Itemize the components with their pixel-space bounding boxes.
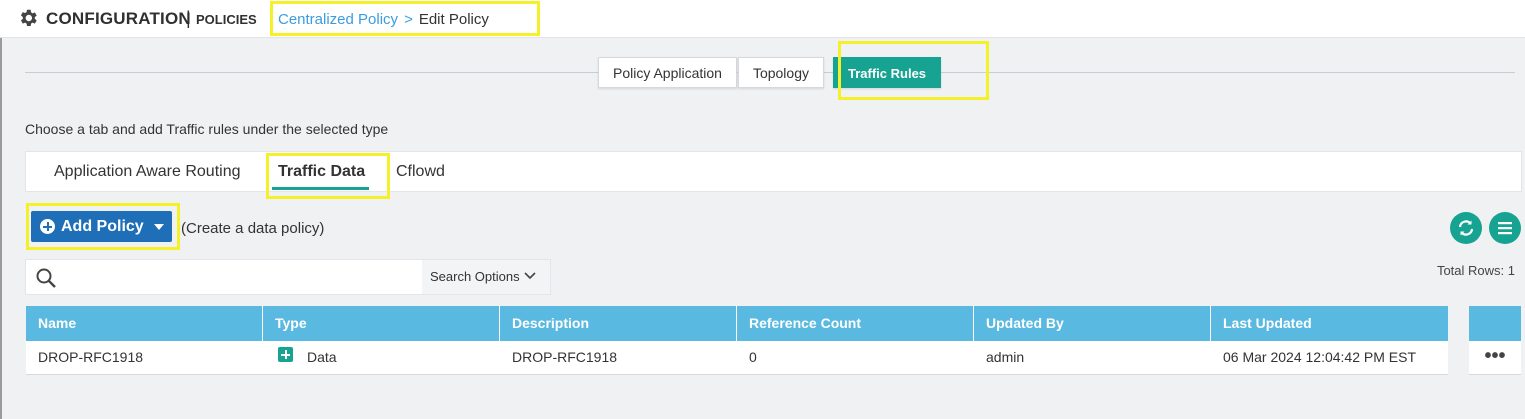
more-icon[interactable]: ••• <box>1469 341 1521 375</box>
search-options-button[interactable]: Search Options <box>422 260 550 294</box>
column-header-type[interactable]: Type <box>263 306 500 341</box>
breadcrumb-centralized-policy[interactable]: Centralized Policy <box>278 11 398 28</box>
subtab-cflowd[interactable]: Cflowd <box>396 163 445 181</box>
cell-type: Data <box>263 341 500 374</box>
refresh-button[interactable] <box>1450 212 1482 244</box>
title-separator: | <box>186 8 191 28</box>
subtab-application-aware-routing[interactable]: Application Aware Routing <box>54 163 241 181</box>
gear-icon <box>20 9 37 26</box>
cell-updated-by: admin <box>986 349 1025 365</box>
caret-down-icon <box>153 223 164 230</box>
table-header: Name Type Description Reference Count Up… <box>26 306 1448 341</box>
breadcrumb-current: Edit Policy <box>418 11 489 28</box>
data-plus-icon <box>278 347 293 362</box>
table-row[interactable]: DROP-RFC1918 Data DROP-RFC1918 0 admin 0… <box>26 341 1448 375</box>
tab-traffic-rules[interactable]: Traffic Rules <box>833 57 942 88</box>
breadcrumb: Centralized Policy > Edit Policy <box>278 11 489 28</box>
left-edge <box>0 38 2 419</box>
actions-column-header <box>1469 306 1521 341</box>
cell-type-label: Data <box>307 349 337 365</box>
search-box[interactable]: Search Options <box>25 259 551 295</box>
menu-button[interactable] <box>1489 212 1521 244</box>
cell-reference-count: 0 <box>749 349 757 365</box>
search-options-label: Search Options <box>430 269 520 284</box>
policies-table: Name Type Description Reference Count Up… <box>26 306 1448 375</box>
top-bar: CONFIGURATION | POLICIES Centralized Pol… <box>0 0 1525 38</box>
plus-circle-icon <box>40 219 55 234</box>
subtab-traffic-data[interactable]: Traffic Data <box>278 163 365 181</box>
chevron-down-icon <box>524 272 536 280</box>
tab-topology[interactable]: Topology <box>737 57 824 88</box>
add-policy-button[interactable]: Add Policy <box>31 211 172 242</box>
column-header-reference-count[interactable]: Reference Count <box>737 306 974 341</box>
cell-description: DROP-RFC1918 <box>512 349 618 365</box>
add-policy-label: Add Policy <box>61 217 144 235</box>
refresh-icon <box>1458 220 1474 236</box>
tab-policy-application[interactable]: Policy Application <box>598 57 737 88</box>
search-icon <box>36 268 56 288</box>
cell-name: DROP-RFC1918 <box>38 349 144 365</box>
column-header-description[interactable]: Description <box>500 306 737 341</box>
column-header-name[interactable]: Name <box>26 306 263 341</box>
total-rows: Total Rows: 1 <box>1436 263 1515 278</box>
column-header-last-updated[interactable]: Last Updated <box>1211 306 1448 341</box>
page-subtitle: POLICIES <box>196 12 257 27</box>
breadcrumb-separator: > <box>404 11 413 28</box>
active-subtab-underline <box>272 187 369 190</box>
instruction-text: Choose a tab and add Traffic rules under… <box>25 121 389 137</box>
column-header-updated-by[interactable]: Updated By <box>974 306 1211 341</box>
page-title: CONFIGURATION <box>46 9 191 28</box>
sub-tabs: Application Aware Routing Traffic Data C… <box>25 151 1522 192</box>
hamburger-menu-icon <box>1498 222 1512 235</box>
create-policy-hint: (Create a data policy) <box>181 220 325 237</box>
cell-last-updated: 06 Mar 2024 12:04:42 PM EST <box>1223 349 1416 365</box>
top-tabs: Policy Application Topology Traffic Rule… <box>598 57 942 89</box>
